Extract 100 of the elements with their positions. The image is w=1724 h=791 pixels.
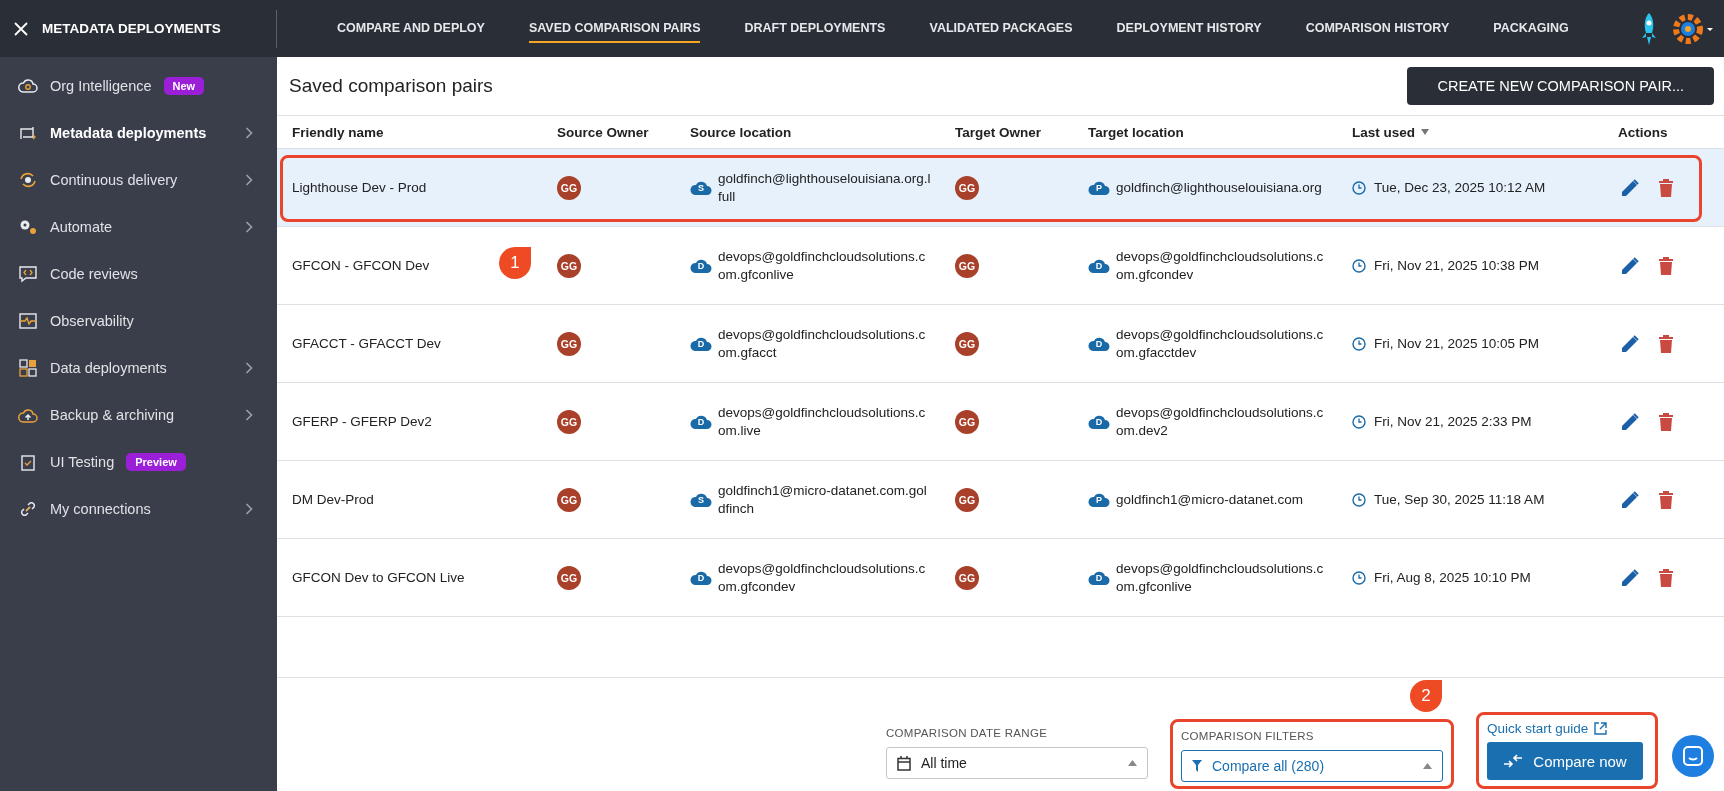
caret-up-icon (1128, 760, 1137, 766)
sidebar-label: My connections (50, 500, 151, 517)
owner-avatar: GG (557, 253, 581, 278)
table-row[interactable]: Lighthouse Dev - Prod GG S goldfinch@lighthouselouisiana.org.lfull GG P goldfinch@lighthouselouisiana.org Tue, Dec 23, 2025 10:12 AM (277, 149, 1724, 227)
delete-button[interactable] (1658, 333, 1674, 354)
nav-tab[interactable]: VALIDATED PACKAGES (929, 14, 1073, 43)
last-used-date: Fri, Aug 8, 2025 10:10 PM (1374, 570, 1531, 585)
clock-icon (1352, 180, 1366, 195)
last-used-date: Tue, Sep 30, 2025 11:18 AM (1374, 492, 1545, 507)
clock-icon (1352, 492, 1366, 507)
org-location: goldfinch@lighthouselouisiana.org.lfull (718, 169, 932, 206)
external-link-icon (1594, 722, 1608, 735)
pulse-monitor-icon (18, 311, 38, 330)
org-location: goldfinch@lighthouselouisiana.org (1116, 178, 1323, 197)
edit-button[interactable] (1620, 333, 1640, 354)
cloud-org-icon: D (690, 570, 712, 585)
delete-button[interactable] (1658, 177, 1674, 198)
owner-avatar: GG (557, 487, 581, 512)
date-range-select[interactable]: All time (886, 747, 1148, 779)
close-icon[interactable] (14, 21, 28, 36)
nav-tab[interactable]: DRAFT DEPLOYMENTS (744, 14, 886, 43)
filter-icon (1192, 760, 1202, 772)
clock-icon (1352, 414, 1366, 429)
compare-arrows-icon (1503, 754, 1524, 768)
calendar-icon (897, 755, 911, 771)
cloud-org-icon: D (1088, 570, 1110, 585)
owner-avatar: GG (955, 331, 979, 356)
sidebar-item[interactable]: Org Intelligence New (0, 62, 277, 109)
sidebar-item[interactable]: My connections (0, 485, 277, 532)
org-location: devops@goldfinchcloudsolutions.com.gfacct (718, 325, 927, 362)
org-location: devops@goldfinchcloudsolutions.com.dev2 (1116, 403, 1325, 440)
nav-tab[interactable]: COMPARISON HISTORY (1305, 14, 1450, 43)
edit-button[interactable] (1620, 411, 1640, 432)
sort-down-icon[interactable] (1421, 129, 1430, 135)
sidebar-item[interactable]: Backup & archiving (0, 391, 277, 438)
rocket-icon[interactable] (1640, 11, 1658, 46)
clock-icon (1352, 570, 1366, 585)
org-location: devops@goldfinchcloudsolutions.com.gfconlive (1116, 559, 1325, 596)
delete-button[interactable] (1658, 411, 1674, 432)
compare-now-button[interactable]: Compare now (1487, 742, 1643, 780)
chevron-right-icon (245, 126, 253, 139)
sidebar-label: Observability (50, 312, 134, 329)
page-title: Saved comparison pairs (289, 75, 493, 97)
sidebar-label: Metadata deployments (50, 124, 207, 141)
cloud-org-icon: D (690, 336, 712, 351)
delete-button[interactable] (1658, 255, 1674, 276)
edit-button[interactable] (1620, 567, 1640, 588)
last-used-date: Fri, Nov 21, 2025 10:05 PM (1374, 336, 1540, 351)
chevron-right-icon (245, 502, 253, 515)
edit-button[interactable] (1620, 489, 1640, 510)
delete-button[interactable] (1658, 567, 1674, 588)
sync-gear-icon (18, 170, 38, 189)
sidebar-label: Backup & archiving (50, 406, 175, 423)
chat-button[interactable] (1672, 735, 1714, 777)
callout-marker: 2 (1410, 680, 1442, 712)
chevron-right-icon (245, 361, 253, 374)
column-header[interactable]: Target Owner (955, 124, 1042, 140)
link-icon (18, 499, 38, 518)
delete-button[interactable] (1658, 489, 1674, 510)
owner-avatar: GG (557, 331, 581, 356)
edit-button[interactable] (1620, 177, 1640, 198)
nav-tab[interactable]: PACKAGING (1493, 14, 1569, 43)
create-pair-button[interactable]: CREATE NEW COMPARISON PAIR... (1407, 67, 1714, 105)
chevron-right-icon (245, 173, 253, 186)
owner-avatar: GG (557, 175, 581, 200)
sidebar-item[interactable]: Continuous delivery (0, 156, 277, 203)
edit-button[interactable] (1620, 255, 1640, 276)
sidebar-item[interactable]: Data deployments (0, 344, 277, 391)
nav-tab[interactable]: SAVED COMPARISON PAIRS (528, 14, 701, 43)
owner-avatar: GG (955, 409, 979, 434)
app-title: METADATA DEPLOYMENTS (42, 21, 221, 36)
org-location: devops@goldfinchcloudsolutions.com.gfconlive (718, 247, 927, 284)
sidebar-item[interactable]: Metadata deployments (0, 109, 277, 156)
owner-avatar: GG (955, 487, 979, 512)
nav-tab[interactable]: COMPARE AND DEPLOY (337, 14, 485, 43)
column-header[interactable]: Actions (1618, 124, 1668, 140)
cloud-org-icon: D (690, 258, 712, 273)
sidebar-label: Automate (50, 218, 113, 235)
pair-name: GFCON - GFCON Dev (292, 258, 430, 273)
pair-name: GFACCT - GFACCT Dev (292, 336, 441, 351)
quick-start-link[interactable]: Quick start guide (1487, 721, 1643, 736)
clock-icon (1352, 258, 1366, 273)
owner-avatar: GG (557, 409, 581, 434)
pair-name: Lighthouse Dev - Prod (292, 180, 427, 195)
column-header[interactable]: Source Owner (557, 124, 649, 140)
filters-select[interactable]: Compare all (280) (1181, 750, 1443, 782)
column-header[interactable]: Target location (1088, 124, 1184, 140)
grid-squares-icon (18, 358, 38, 377)
sidebar-badge: New (163, 76, 205, 95)
sidebar-item[interactable]: Code reviews (0, 250, 277, 297)
field-label: COMPARISON FILTERS (1181, 730, 1315, 742)
org-location: goldfinch1@micro-datanet.com.goldfinch (718, 481, 928, 518)
nav-tab[interactable]: DEPLOYMENT HISTORY (1116, 14, 1262, 43)
sidebar-item[interactable]: Observability (0, 297, 277, 344)
sidebar-badge: Preview (126, 452, 186, 471)
column-header[interactable]: Friendly name (292, 124, 384, 140)
column-header[interactable]: Source location (690, 124, 792, 140)
column-header[interactable]: Last used (1352, 124, 1416, 140)
sidebar-item[interactable]: Automate (0, 203, 277, 250)
sidebar-item[interactable]: UI Testing Preview (0, 438, 277, 485)
